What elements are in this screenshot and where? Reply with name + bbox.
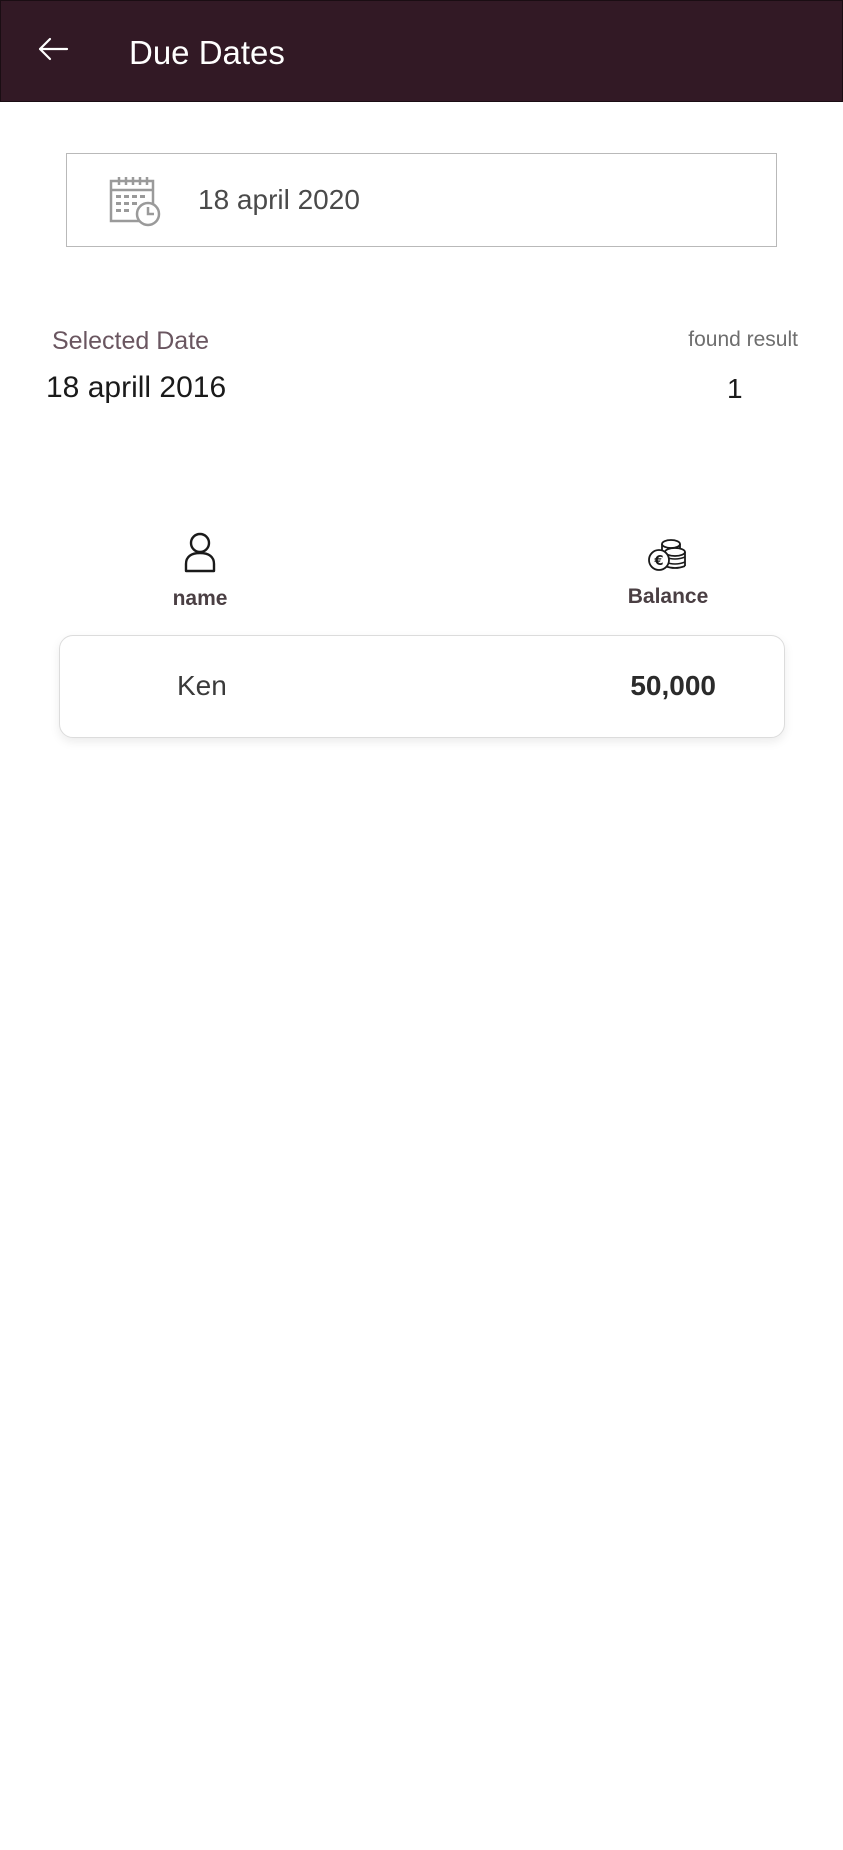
found-result-count: 1 xyxy=(727,373,743,404)
app-screen: Due Dates 18 april 2020 Selected Date 18… xyxy=(0,0,843,1850)
column-header-name: name xyxy=(140,532,260,613)
back-button[interactable] xyxy=(31,29,75,73)
calendar-clock-icon xyxy=(109,175,161,227)
result-balance: 50,000 xyxy=(630,670,716,701)
user-icon xyxy=(140,532,260,579)
date-picker-value: 18 april 2020 xyxy=(198,184,360,215)
column-header-balance: € Balance xyxy=(608,538,728,611)
date-picker-field[interactable]: 18 april 2020 xyxy=(66,153,777,247)
svg-text:€: € xyxy=(653,554,663,569)
result-row[interactable]: Ken 50,000 xyxy=(59,635,785,738)
coins-euro-icon: € xyxy=(608,538,728,577)
app-header: Due Dates xyxy=(0,0,843,102)
selected-date-label: Selected Date xyxy=(52,327,210,355)
column-label-balance: Balance xyxy=(627,585,709,608)
selected-date-value: 18 aprill 2016 xyxy=(46,371,227,404)
arrow-left-icon xyxy=(37,37,69,66)
result-name: Ken xyxy=(177,670,227,701)
found-result-label: found result xyxy=(688,328,798,351)
page-title: Due Dates xyxy=(129,34,285,71)
column-label-name: name xyxy=(172,587,228,610)
